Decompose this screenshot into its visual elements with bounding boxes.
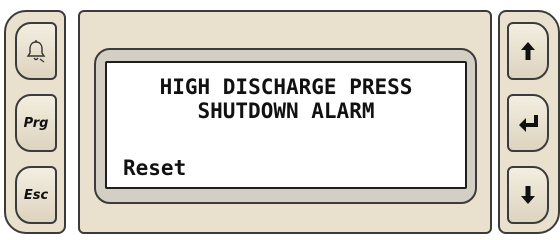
arrow-down-icon bbox=[518, 184, 538, 206]
controller-terminal: Prg Esc HIGH DISCHARGE PRESS SHUTDOWN AL… bbox=[0, 0, 560, 240]
display-panel: HIGH DISCHARGE PRESS SHUTDOWN ALARM Rese… bbox=[78, 10, 492, 234]
escape-button-label: Esc bbox=[23, 187, 49, 203]
up-button[interactable] bbox=[507, 22, 549, 80]
right-keypad bbox=[498, 10, 560, 234]
down-button[interactable] bbox=[507, 166, 549, 224]
enter-button[interactable] bbox=[507, 94, 549, 152]
alarm-button[interactable] bbox=[15, 22, 57, 80]
reset-prompt: Reset bbox=[123, 156, 187, 180]
alarm-message-line-1: HIGH DISCHARGE PRESS bbox=[159, 75, 413, 99]
program-button[interactable]: Prg bbox=[15, 94, 57, 152]
lcd-screen: HIGH DISCHARGE PRESS SHUTDOWN ALARM Rese… bbox=[105, 61, 467, 189]
bell-icon bbox=[25, 39, 47, 63]
display-bezel: HIGH DISCHARGE PRESS SHUTDOWN ALARM Rese… bbox=[94, 48, 477, 204]
alarm-message-line-2: SHUTDOWN ALARM bbox=[197, 99, 375, 123]
arrow-up-icon bbox=[518, 40, 538, 62]
program-button-label: Prg bbox=[23, 115, 49, 131]
escape-button[interactable]: Esc bbox=[15, 166, 57, 224]
enter-icon bbox=[517, 113, 539, 133]
left-keypad: Prg Esc bbox=[4, 10, 66, 234]
